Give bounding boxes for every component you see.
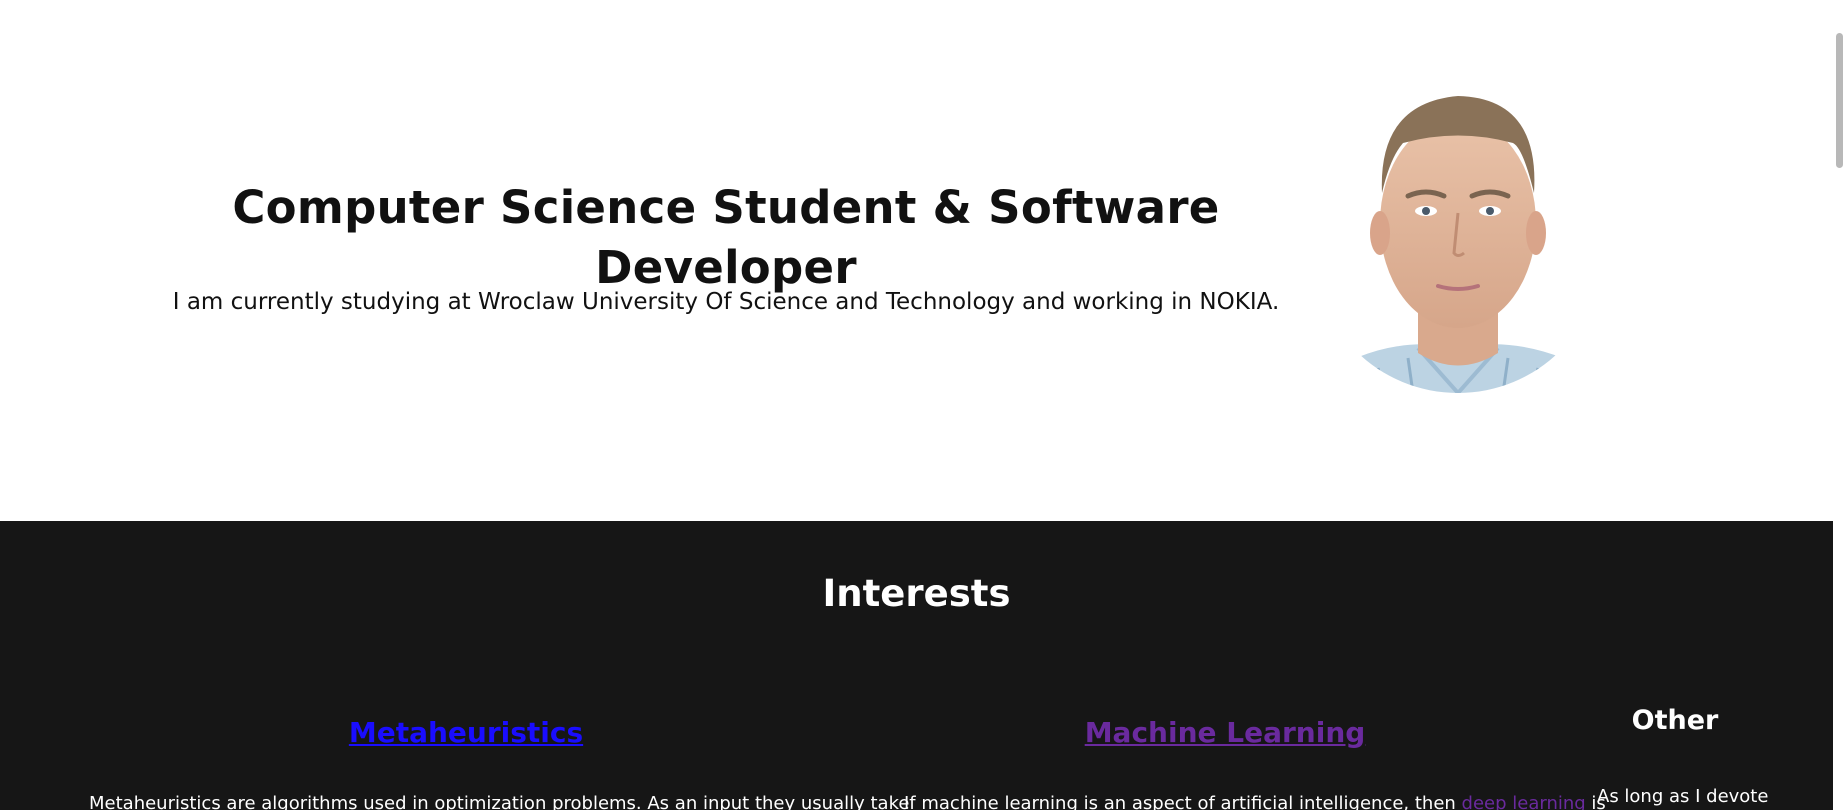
metaheuristics-description: Metaheuristics are algorithms used in op… <box>89 793 910 810</box>
interest-heading-machine-learning: Machine Learning <box>900 713 1550 753</box>
interest-heading-metaheuristics: Metaheuristics <box>84 713 848 753</box>
machine-learning-description-start: If machine learning is an aspect of arti… <box>904 793 1462 810</box>
machine-learning-link[interactable]: Machine Learning <box>1085 716 1366 749</box>
page: Computer Science Student & Software Deve… <box>0 0 1833 810</box>
machine-learning-description: If machine learning is an aspect of arti… <box>904 791 1606 810</box>
deep-learning-link[interactable]: deep learning <box>1462 793 1586 810</box>
interest-heading-other: Other <box>1631 705 1719 736</box>
interests-section: Interests Metaheuristics Machine Learnin… <box>0 521 1833 810</box>
profile-photo <box>1313 96 1603 393</box>
interests-title: Interests <box>822 572 1011 615</box>
hero-section: Computer Science Student & Software Deve… <box>0 0 1833 521</box>
interest-column-machine-learning: Machine Learning <box>900 713 1550 753</box>
interest-column-other: Other <box>1590 703 1760 739</box>
scrollbar-thumb[interactable] <box>1836 33 1843 168</box>
interest-column-metaheuristics: Metaheuristics <box>84 713 848 753</box>
hero-subtitle: I am currently studying at Wroclaw Unive… <box>172 289 1280 315</box>
hero-text: Computer Science Student & Software Deve… <box>150 0 1302 521</box>
other-description: As long as I devote <box>1597 786 1769 807</box>
hero-title: Computer Science Student & Software Deve… <box>232 181 1220 294</box>
vertical-scrollbar[interactable] <box>1833 0 1846 810</box>
metaheuristics-link[interactable]: Metaheuristics <box>349 716 583 749</box>
